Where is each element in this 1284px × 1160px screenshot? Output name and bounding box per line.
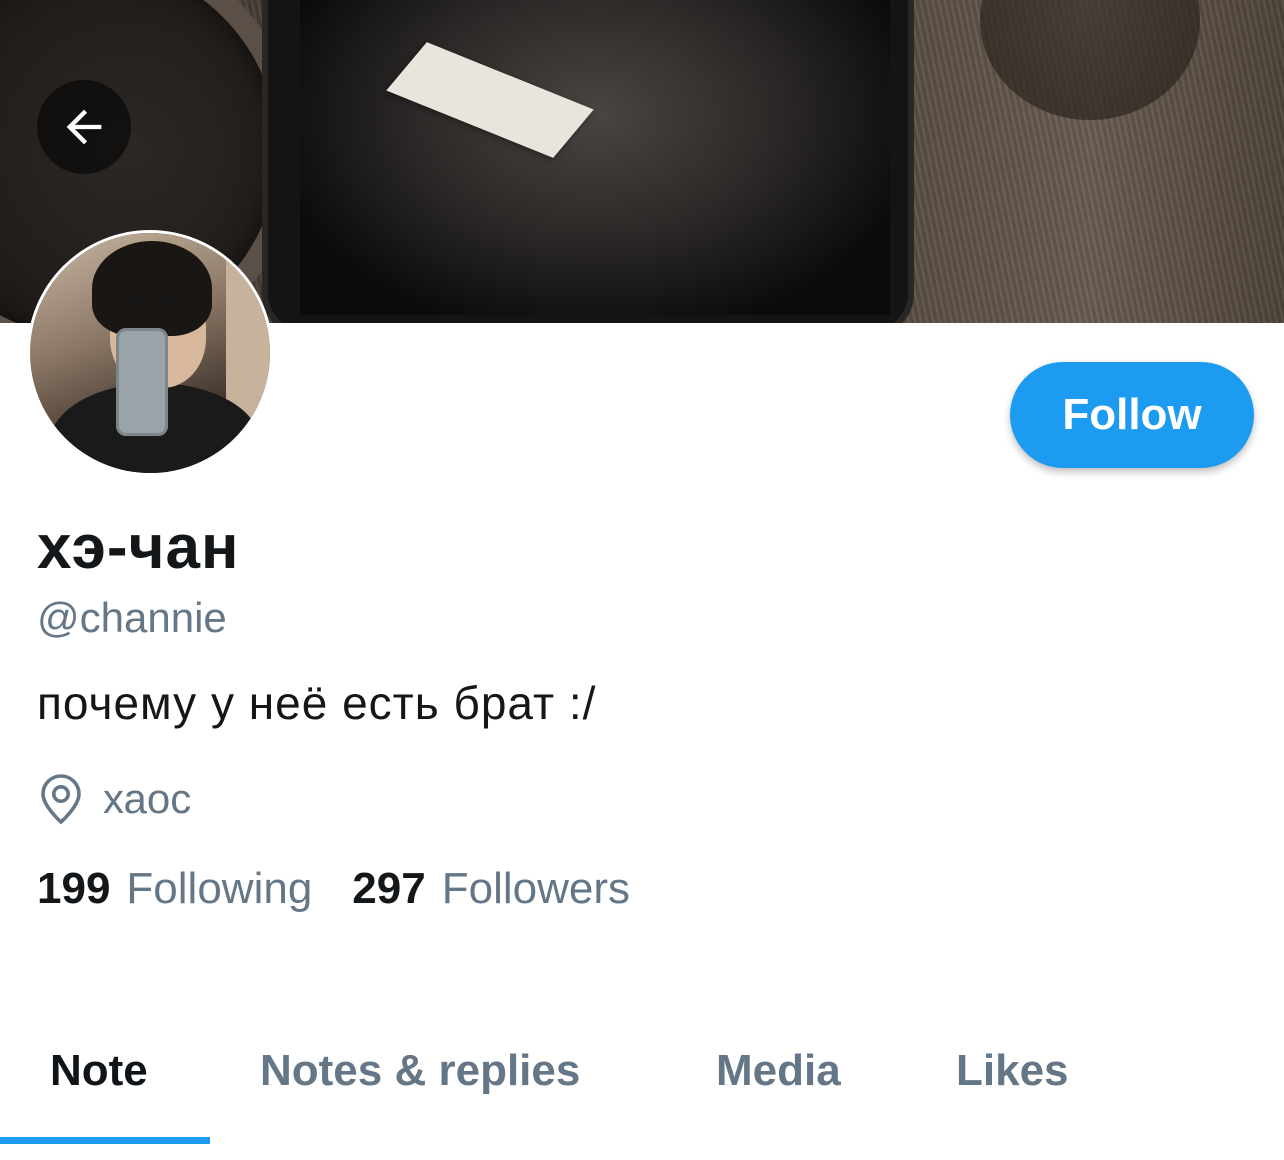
avatar-glasses-left bbox=[106, 295, 146, 323]
avatar-phone bbox=[116, 328, 168, 436]
profile-page: Follow хэ-чан @channie почему у неё есть… bbox=[0, 0, 1284, 1160]
back-button[interactable] bbox=[37, 80, 131, 174]
arrow-left-icon bbox=[66, 109, 102, 145]
location-text: хаос bbox=[103, 775, 192, 822]
followers-label: Followers bbox=[441, 864, 630, 913]
avatar[interactable] bbox=[30, 233, 270, 473]
user-handle: @channie bbox=[37, 594, 227, 641]
tab-likes[interactable]: Likes bbox=[956, 1046, 1069, 1096]
follow-button[interactable]: Follow bbox=[1010, 362, 1254, 468]
profile-location: хаос bbox=[37, 772, 191, 826]
profile-bio: почему у неё есть брат :/ bbox=[37, 677, 597, 729]
tab-media[interactable]: Media bbox=[716, 1046, 841, 1096]
active-tab-indicator bbox=[0, 1137, 210, 1144]
following-link[interactable]: 199 Following bbox=[37, 864, 312, 914]
avatar-glasses-right bbox=[158, 295, 198, 323]
following-count: 199 bbox=[37, 864, 111, 913]
tab-notes-and-replies[interactable]: Notes & replies bbox=[260, 1046, 580, 1096]
tab-note[interactable]: Note bbox=[50, 1046, 148, 1096]
followers-link[interactable]: 297 Followers bbox=[352, 864, 630, 914]
following-label: Following bbox=[126, 864, 313, 913]
profile-tabs: Note Notes & replies Media Likes bbox=[0, 1030, 1284, 1160]
location-pin-icon bbox=[41, 774, 81, 825]
banner-phone-screen bbox=[300, 0, 890, 315]
profile-stats: 199 Following 297 Followers bbox=[37, 864, 630, 914]
banner-cup-shape bbox=[980, 0, 1200, 120]
display-name: хэ-чан bbox=[37, 513, 240, 582]
followers-count: 297 bbox=[352, 864, 426, 913]
